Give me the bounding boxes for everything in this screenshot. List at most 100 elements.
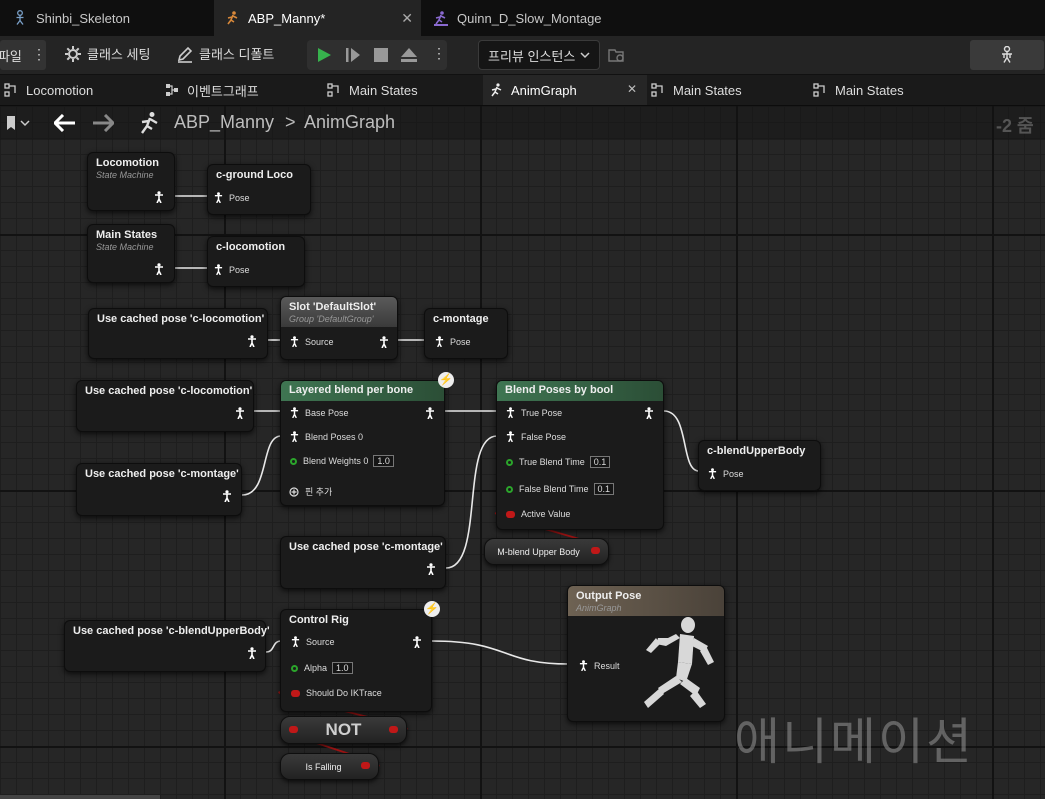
pose-pin-icon[interactable]: [644, 407, 654, 419]
pose-pin-icon[interactable]: [235, 407, 245, 419]
bool-pin-icon[interactable]: [389, 726, 398, 733]
pin-label: True Pose: [521, 407, 563, 418]
add-circle-icon: [289, 486, 299, 497]
pose-input-pin[interactable]: Pose: [435, 336, 471, 347]
pose-input-pin[interactable]: Pose: [214, 264, 250, 275]
pin-label: Source: [306, 636, 335, 647]
use-cached-pose-node-clocomotion-1[interactable]: Use cached pose 'c-locomotion': [88, 308, 268, 359]
node-header: Blend Poses by bool: [497, 381, 663, 401]
pose-pin-icon: [708, 468, 717, 479]
float-pin-icon: [290, 457, 297, 465]
use-cached-pose-node-cblendupperbody[interactable]: Use cached pose 'c-blendUpperBody': [64, 620, 270, 672]
variable-node-m-blend-upper-body[interactable]: M-blend Upper Body: [484, 538, 609, 565]
use-cached-pose-node-cmontage-2[interactable]: Use cached pose 'c-montage': [280, 536, 446, 589]
pin-label: Active Value: [521, 509, 571, 519]
forward-arrow-icon[interactable]: [92, 114, 114, 132]
not-boolean-node[interactable]: NOT: [280, 716, 407, 744]
pin-label: Blend Poses 0: [305, 431, 364, 442]
blend-weights-value[interactable]: 1.0: [373, 455, 394, 467]
pose-pin-icon[interactable]: [426, 563, 436, 575]
state-machine-node-locomotion[interactable]: Locomotion State Machine: [87, 152, 175, 211]
pose-pin-icon[interactable]: [425, 407, 435, 419]
source-input-pin[interactable]: Source: [291, 636, 335, 647]
node-header: Control Rig: [281, 610, 431, 634]
result-input-pin[interactable]: Result: [579, 660, 620, 671]
node-subtitle: State Machine: [96, 170, 154, 180]
base-pose-pin[interactable]: Base Pose: [290, 407, 349, 418]
pose-pin-icon: [214, 192, 223, 203]
cache-pose-node-cground-loco[interactable]: c-ground Loco Pose: [207, 164, 311, 215]
pin-label: Pose: [450, 336, 471, 347]
false-pose-pin[interactable]: False Pose: [506, 431, 566, 442]
pose-pin-icon[interactable]: [412, 636, 422, 648]
use-cached-pose-node-clocomotion-2[interactable]: Use cached pose 'c-locomotion': [76, 380, 254, 432]
pose-pin-icon: [290, 407, 299, 418]
blend-poses-by-bool-node[interactable]: Blend Poses by bool True Pose False Pose…: [496, 380, 664, 530]
true-blend-time-pin[interactable]: True Blend Time 0.1: [506, 456, 611, 468]
pose-pin-icon: [506, 431, 515, 442]
variable-label: Is Falling: [305, 761, 342, 772]
node-title: Use cached pose 'c-montage': [289, 541, 443, 553]
pose-pin-icon[interactable]: [154, 263, 164, 275]
node-title: c-blendUpperBody: [707, 445, 806, 457]
alpha-value[interactable]: 1.0: [332, 662, 353, 674]
pose-pin-icon[interactable]: [222, 490, 232, 502]
bool-pin-icon: [506, 510, 515, 518]
false-blend-time-value[interactable]: 0.1: [593, 483, 615, 495]
add-pin-button[interactable]: 핀 추가: [289, 485, 332, 498]
running-man-icon: [141, 112, 158, 134]
pose-pin-icon: [290, 336, 299, 347]
bookmark-icon[interactable]: [6, 115, 30, 131]
pose-input-pin[interactable]: Pose: [708, 468, 744, 479]
node-title: Main States: [96, 229, 158, 241]
bool-pin-icon[interactable]: [591, 547, 600, 554]
pose-pin-icon: [435, 336, 444, 347]
breadcrumb-root[interactable]: ABP_Manny: [174, 112, 274, 133]
is-falling-variable-node[interactable]: Is Falling: [280, 753, 379, 780]
node-title: c-locomotion: [216, 241, 286, 253]
node-header: c-blendUpperBody: [699, 441, 820, 465]
pin-label: Source: [305, 336, 334, 347]
output-pose-node[interactable]: Output Pose AnimGraph Result: [567, 585, 725, 722]
state-machine-node-main-states[interactable]: Main States State Machine: [87, 224, 175, 283]
should-do-iktrace-pin[interactable]: Should Do IKTrace: [291, 688, 382, 698]
not-label: NOT: [325, 720, 362, 739]
add-pin-label: 핀 추가: [305, 487, 333, 497]
horizontal-scrollbar[interactable]: [0, 795, 160, 799]
blend-poses-pin[interactable]: Blend Poses 0: [290, 431, 363, 442]
node-title: Use cached pose 'c-locomotion': [85, 385, 253, 397]
active-value-pin[interactable]: Active Value: [506, 509, 570, 519]
back-arrow-icon[interactable]: [54, 114, 76, 132]
pose-pin-icon[interactable]: [247, 647, 257, 659]
breadcrumb-separator: >: [285, 112, 296, 132]
bool-pin-icon[interactable]: [361, 762, 370, 769]
node-header: Layered blend per bone: [281, 381, 444, 401]
slot-node-default-slot[interactable]: Slot 'DefaultSlot' Group 'DefaultGroup' …: [280, 296, 398, 360]
cache-pose-node-cmontage[interactable]: c-montage Pose: [424, 308, 508, 359]
blend-weights-pin[interactable]: Blend Weights 0 1.0: [290, 455, 394, 467]
layered-blend-per-bone-node[interactable]: Layered blend per bone Base Pose Blend P…: [280, 380, 445, 506]
false-blend-time-pin[interactable]: False Blend Time 0.1: [506, 483, 615, 495]
true-pose-pin[interactable]: True Pose: [506, 407, 562, 418]
pose-pin-icon: [290, 431, 299, 442]
cache-pose-node-clocomotion[interactable]: c-locomotion Pose: [207, 236, 305, 287]
wire-controlrig-to-output: [431, 640, 570, 665]
node-title: Control Rig: [289, 614, 349, 626]
graph-breadcrumb-bar: ABP_Manny > AnimGraph -2 줌: [0, 106, 1045, 140]
fast-path-icon: ⚡: [438, 372, 454, 388]
bool-pin-icon[interactable]: [289, 726, 298, 733]
pin-label: Alpha: [304, 663, 328, 673]
pose-pin-icon[interactable]: [154, 191, 164, 203]
true-blend-time-value[interactable]: 0.1: [589, 456, 611, 468]
pose-pin-icon[interactable]: [247, 335, 257, 347]
node-header: Use cached pose 'c-montage': [77, 464, 241, 488]
cache-pose-node-cblendupperbody[interactable]: c-blendUpperBody Pose: [698, 440, 821, 491]
use-cached-pose-node-cmontage-1[interactable]: Use cached pose 'c-montage': [76, 463, 242, 516]
running-mannequin-icon: [644, 617, 714, 708]
alpha-pin[interactable]: Alpha 1.0: [291, 662, 353, 674]
control-rig-node[interactable]: Control Rig Source Alpha 1.0 Should Do I…: [280, 609, 432, 712]
pose-pin-icon[interactable]: [379, 336, 389, 348]
source-input-pin[interactable]: Source: [290, 336, 334, 347]
pose-input-pin[interactable]: Pose: [214, 192, 250, 203]
fast-path-icon: ⚡: [424, 601, 440, 617]
